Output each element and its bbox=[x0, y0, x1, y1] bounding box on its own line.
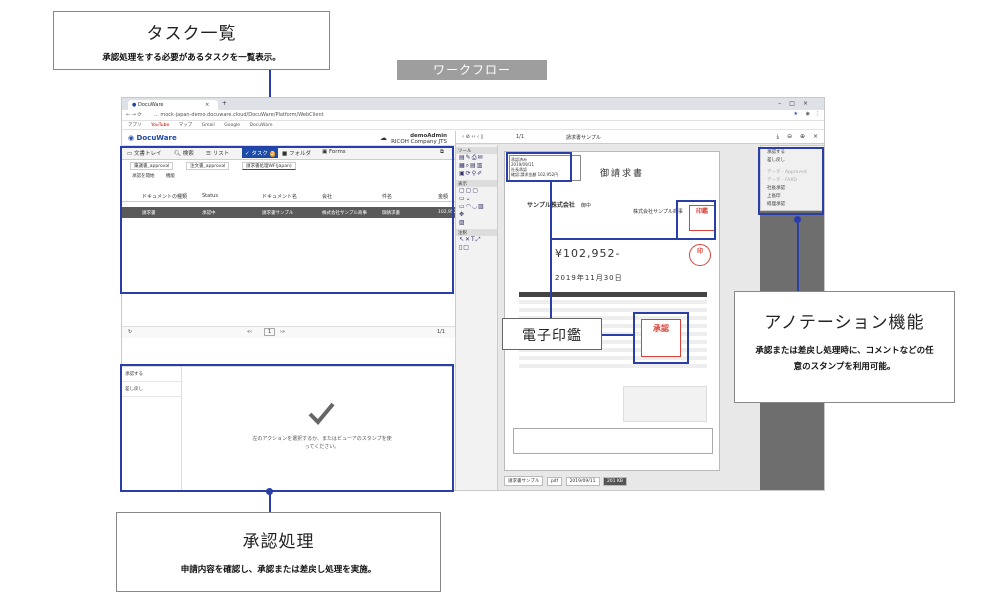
approval-dot bbox=[266, 488, 273, 495]
close-icon[interactable]: × bbox=[205, 102, 209, 108]
viewer-nav-icons[interactable]: ‹ ⊘ ‹‹ ‹ ▯ bbox=[462, 134, 483, 140]
approval-callout: 承認処理 申請内容を確認し、承認または差戻し処理を実施。 bbox=[116, 512, 441, 592]
star-icon[interactable]: ★ bbox=[794, 111, 798, 117]
status-date: 2019/09/11 bbox=[565, 477, 600, 486]
highlight-stamp-note bbox=[506, 152, 572, 182]
tasklist-callout-desc: 承認処理をする必要があるタスクを一覧表示。 bbox=[102, 53, 281, 63]
view-icons-3[interactable]: ✥ bbox=[456, 211, 497, 219]
viewer-right-icons[interactable]: ⤓ ⊖ ⊕ × bbox=[777, 133, 821, 141]
personal-seal: 印 bbox=[689, 244, 711, 266]
docuware-icon: ● bbox=[132, 102, 137, 108]
view-icons-4[interactable]: ▨ bbox=[456, 219, 497, 227]
company-name: RICOH Company JTS bbox=[391, 139, 447, 145]
viewer-status: 請求書サンプル pdf 2019/09/11 201 KB bbox=[504, 476, 684, 486]
view-icons-1[interactable]: ▢▢▢ bbox=[456, 187, 497, 195]
seal-leader-1 bbox=[550, 238, 552, 318]
tasklist-callout-title: タスク一覧 bbox=[146, 24, 237, 44]
invoice-totals bbox=[623, 386, 707, 422]
seal-callout-title: 電子印鑑 bbox=[522, 328, 582, 344]
profile-icon[interactable]: ◉ bbox=[806, 111, 810, 117]
highlight-tasklist bbox=[120, 146, 454, 294]
browser-tab[interactable]: ● DocuWare × bbox=[128, 100, 218, 110]
invoice-line-9 bbox=[519, 364, 707, 368]
refresh-icon[interactable]: ↻ bbox=[128, 329, 132, 335]
approval-callout-title: 承認処理 bbox=[242, 532, 315, 552]
bookmark-gmail[interactable]: Gmail bbox=[202, 123, 215, 128]
page-count: 1/1 bbox=[436, 329, 445, 335]
status-size: 201 KB bbox=[602, 477, 627, 486]
annotation-callout: アノテーション機能 承認または差戻し処理時に、コメントなどの任意のスタンプを利用… bbox=[734, 291, 955, 403]
new-tab-icon[interactable]: + bbox=[222, 100, 227, 107]
highlight-stamp-menu bbox=[758, 147, 824, 215]
bookmark-docuware[interactable]: DocuWare bbox=[250, 123, 273, 128]
annot-icons-2[interactable]: ▯□ bbox=[456, 244, 497, 252]
zoom-select[interactable]: ▭⌄ bbox=[456, 195, 497, 203]
page-number[interactable]: 1 bbox=[264, 328, 276, 336]
invoice-line-1 bbox=[519, 300, 707, 304]
viewer-page[interactable]: 1/1 bbox=[516, 134, 524, 140]
pager: ↻ «‹ 1 ›» 1/1 bbox=[122, 326, 455, 338]
annotation-leader bbox=[797, 219, 799, 291]
menu-icon[interactable]: ⋮ bbox=[815, 111, 820, 117]
tool-icons-1[interactable]: ▤✎⎙✉ bbox=[456, 154, 497, 162]
seal-leader-2 bbox=[550, 238, 678, 240]
highlight-approval bbox=[120, 364, 454, 492]
invoice-remarks bbox=[513, 428, 713, 454]
bookmarks-bar: アプリ YouTube マップ Gmail Google DocuWare bbox=[122, 121, 824, 130]
bookmark-youtube[interactable]: YouTube bbox=[151, 123, 169, 128]
nav-arrows-icon[interactable]: ← → ⟳ bbox=[126, 112, 142, 118]
invoice-amount: ¥102,952- bbox=[555, 247, 621, 260]
tasklist-callout: タスク一覧 承認処理をする必要があるタスクを一覧表示。 bbox=[53, 11, 330, 70]
window-controls[interactable]: –□× bbox=[778, 100, 816, 107]
side-section-annot: 注釈 bbox=[456, 229, 497, 236]
tool-icons-3[interactable]: ▣⟳⚲✐ bbox=[456, 170, 497, 178]
annot-icons-1[interactable]: ↖✕T⤢ bbox=[456, 236, 497, 244]
app-logo: ◉ DocuWare bbox=[128, 134, 177, 142]
invoice-recipient: サンプル株式会社 御中 bbox=[527, 202, 591, 209]
bookmark-apps[interactable]: アプリ bbox=[128, 123, 142, 128]
seal-leader-3 bbox=[602, 334, 633, 336]
viewer-toolbar: ‹ ⊘ ‹‹ ‹ ▯ 1/1 請求書サンプル ⤓ ⊖ ⊕ × bbox=[456, 131, 824, 144]
annotation-dot bbox=[794, 216, 801, 223]
invoice-title: 御請求書 bbox=[600, 169, 645, 179]
status-type: pdf bbox=[546, 477, 563, 486]
invoice-date: 2019年11月30日 bbox=[555, 274, 623, 282]
user-info[interactable]: demoAdmin RICOH Company JTS bbox=[391, 133, 447, 145]
workflow-label: ワークフロー bbox=[397, 60, 547, 80]
annotation-callout-title: アノテーション機能 bbox=[764, 313, 925, 333]
tool-icons-2[interactable]: ▦⌕▤▥ bbox=[456, 162, 497, 170]
address-bar[interactable]: ← → ⟳ ... mock-japan-demo.docuware.cloud… bbox=[122, 110, 824, 121]
side-section-view: 表示 bbox=[456, 180, 497, 187]
seal-leader-4 bbox=[550, 182, 552, 238]
viewer-doc-title: 請求書サンプル bbox=[566, 135, 601, 141]
highlight-seal-top bbox=[676, 200, 716, 240]
approval-callout-desc: 申請内容を確認し、承認または差戻し処理を実施。 bbox=[180, 565, 377, 575]
viewer-sidebar: ツール ▤✎⎙✉ ▦⌕▤▥ ▣⟳⚲✐ 表示 ▢▢▢ ▭⌄ ▭◠◡▨ ✥ ▨ 注釈… bbox=[456, 145, 498, 490]
bookmark-maps[interactable]: マップ bbox=[179, 123, 193, 128]
app-header: ◉ DocuWare ☁ demoAdmin RICOH Company JTS bbox=[122, 131, 455, 146]
page-prev-icon[interactable]: «‹ bbox=[247, 329, 252, 335]
browser-tabbar: ● DocuWare × + –□× bbox=[122, 98, 824, 110]
cloud-icon: ☁ bbox=[380, 134, 387, 142]
view-icons-2[interactable]: ▭◠◡▨ bbox=[456, 203, 497, 211]
side-section-tools: ツール bbox=[456, 147, 497, 154]
seal-stamp-large: 承認 bbox=[641, 319, 681, 357]
seal-callout: 電子印鑑 bbox=[502, 318, 602, 350]
url-text[interactable]: ... mock-japan-demo.docuware.cloud/DocuW… bbox=[154, 112, 324, 118]
bookmark-google[interactable]: Google bbox=[224, 123, 240, 128]
browser-tab-title: DocuWare bbox=[137, 102, 164, 108]
status-doc: 請求書サンプル bbox=[504, 476, 544, 486]
annotation-callout-desc: 承認または差戻し処理時に、コメントなどの任意のスタンプを利用可能。 bbox=[755, 346, 934, 372]
page-next-icon[interactable]: ›» bbox=[280, 329, 285, 335]
invoice-page: 承認済み 2019/09/11 社長承認 確認:請求金額 102,952円 御請… bbox=[504, 151, 720, 471]
invoice-table-header bbox=[519, 292, 707, 297]
